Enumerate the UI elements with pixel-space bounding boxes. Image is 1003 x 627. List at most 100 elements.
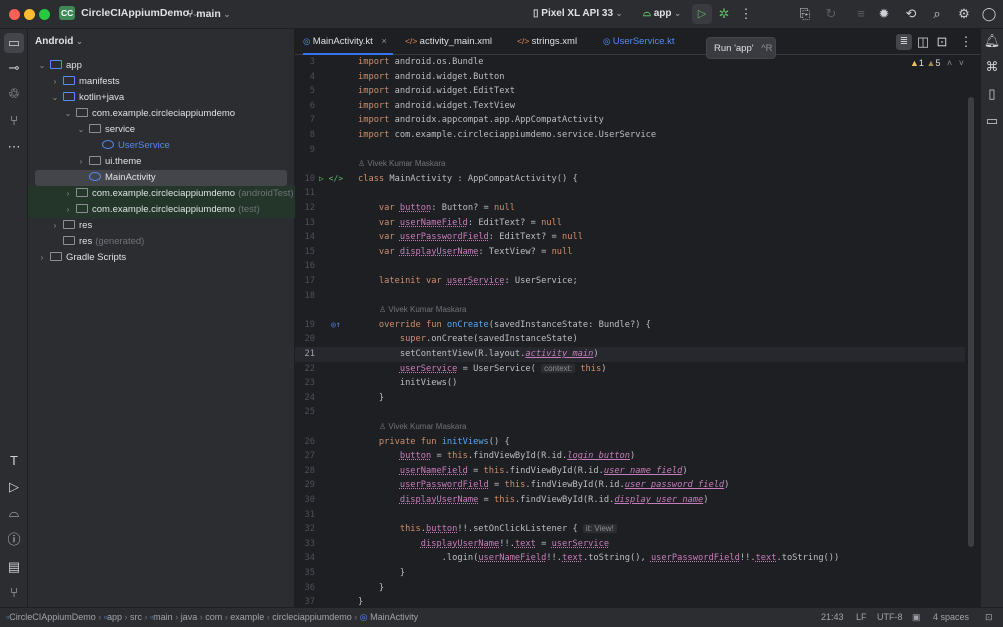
apply-changes-icon[interactable]: ↻ xyxy=(822,6,840,22)
chevron-icon[interactable]: › xyxy=(62,202,74,218)
code-text: import android.widget.EditText xyxy=(358,84,515,99)
gradle-icon[interactable]: ⌘ xyxy=(983,59,1001,75)
breadcrumb-item[interactable]: CircleCIAppiumDemo xyxy=(9,612,96,622)
build-icon[interactable]: T xyxy=(5,453,23,469)
preview-icon[interactable]: ⊡ xyxy=(933,34,951,50)
code-text: setContentView(R.layout.activity_main) xyxy=(358,347,599,362)
memory-icon[interactable]: ▣ xyxy=(912,608,921,627)
search-icon[interactable]: ⌕ xyxy=(928,6,946,22)
breadcrumb-item[interactable]: circleciappiumdemo xyxy=(272,612,352,622)
pull-requests-icon[interactable]: ⑂ xyxy=(5,113,23,129)
code-line: 19◎↑ override fun onCreate(savedInstance… xyxy=(295,318,965,333)
device-manager-icon[interactable]: ▯ xyxy=(983,86,1001,102)
device-selector[interactable]: ▯ Pixel XL API 33 ⌄ xyxy=(533,8,623,19)
more-tools-icon[interactable]: ⋯ xyxy=(5,139,23,155)
lock-icon[interactable]: ⊡ xyxy=(985,608,993,627)
code-line: 18 xyxy=(295,289,965,304)
tab-more-icon[interactable]: ⋮ xyxy=(957,34,975,50)
breadcrumb-item[interactable]: app xyxy=(107,612,122,622)
code-text: displayUserName!!.text = userService xyxy=(358,537,609,552)
close-tab-icon[interactable]: × xyxy=(379,36,387,47)
branch-widget[interactable]: ⑂ main ⌄ xyxy=(187,8,230,20)
notifications-icon[interactable]: 🔔︎ xyxy=(983,33,1001,49)
running-devices-icon[interactable]: ▭ xyxy=(983,113,1001,129)
breadcrumb-item[interactable]: src xyxy=(130,612,142,622)
breadcrumb-item[interactable]: main xyxy=(153,612,173,622)
chevron-icon[interactable]: ⌄ xyxy=(36,58,48,74)
chevron-icon[interactable]: › xyxy=(36,250,48,266)
apply-code-changes-icon[interactable]: ≡ xyxy=(852,6,870,22)
tree-item[interactable]: ⌄com.example.circleciappiumdemo xyxy=(28,106,295,122)
tree-item[interactable]: ›manifests xyxy=(28,74,295,90)
chevron-icon[interactable]: › xyxy=(62,186,74,202)
maximize-window-button[interactable] xyxy=(39,9,50,20)
debug-icon[interactable]: ✲ xyxy=(715,6,733,22)
account-icon[interactable]: ◯ xyxy=(980,6,998,22)
code-token xyxy=(358,334,400,344)
author-hint-text[interactable]: ♙ Vivek Kumar Maskara xyxy=(379,420,467,435)
commit-icon[interactable]: ⊸ xyxy=(5,60,23,76)
tree-item[interactable]: res(generated) xyxy=(28,234,295,250)
chevron-icon[interactable]: › xyxy=(75,154,87,170)
resource-manager-icon[interactable]: ♲ xyxy=(5,86,23,102)
breadcrumb-item[interactable]: com xyxy=(205,612,222,622)
override-gutter-icon[interactable]: ◎↑ xyxy=(331,318,341,333)
caret-position[interactable]: 21:43 xyxy=(821,608,844,627)
split-icon[interactable]: ◫ xyxy=(914,34,932,50)
run-tool-icon[interactable]: ▷ xyxy=(5,479,23,495)
chevron-icon[interactable]: › xyxy=(49,218,61,234)
file-encoding[interactable]: UTF-8 xyxy=(877,608,903,627)
code-token: this xyxy=(447,451,468,461)
project-widget[interactable]: CC CircleCIAppiumDemo ⌄ xyxy=(59,6,198,23)
tree-item[interactable]: ›Gradle Scripts xyxy=(28,250,295,266)
reader-mode-icon[interactable]: ≣ xyxy=(896,34,912,50)
code-line: 3import android.os.Bundle xyxy=(295,55,965,70)
code-token: displayUserName xyxy=(421,539,499,549)
tab-mainactivity-kt[interactable]: ◎ MainActivity.kt × xyxy=(303,29,393,55)
device-manager-icon[interactable]: ⎘ xyxy=(796,6,814,22)
tree-item[interactable]: ›com.example.circleciappiumdemo(test) xyxy=(28,202,295,218)
chevron-icon[interactable]: ⌄ xyxy=(75,122,87,138)
run-config-selector[interactable]: ⌓ app ⌄ xyxy=(643,8,681,19)
close-window-button[interactable] xyxy=(9,9,20,20)
tree-item[interactable]: ›com.example.circleciappiumdemo(androidT… xyxy=(28,186,295,202)
code-token: user_name_field xyxy=(604,466,682,476)
more-icon[interactable]: ⋮ xyxy=(737,6,755,22)
author-hint-text[interactable]: ♙ Vivek Kumar Maskara xyxy=(379,303,467,318)
project-view-selector[interactable]: Android ⌄ xyxy=(35,36,83,47)
breadcrumb-item[interactable]: MainActivity xyxy=(370,612,418,622)
chevron-icon[interactable]: ⌄ xyxy=(62,106,74,122)
tree-item[interactable]: ⌄service xyxy=(28,122,295,138)
attach-debugger-icon[interactable]: ✹ xyxy=(875,6,893,22)
tab-strings-xml[interactable]: </> strings.xml xyxy=(517,29,577,55)
problems-icon[interactable]: ⓘ xyxy=(5,532,23,548)
tree-item[interactable]: ›res xyxy=(28,218,295,234)
chevron-icon[interactable]: ⌄ xyxy=(49,90,61,106)
minimize-window-button[interactable] xyxy=(24,9,35,20)
tree-item[interactable]: UserService xyxy=(28,138,295,154)
run-gutter-icon[interactable]: ▷ </> xyxy=(319,172,343,187)
line-separator[interactable]: LF xyxy=(856,608,867,627)
tree-item[interactable]: ⌄app xyxy=(28,58,295,74)
settings-icon[interactable]: ⚙ xyxy=(955,6,973,22)
tree-item[interactable]: MainActivity xyxy=(35,170,287,186)
vertical-scrollbar[interactable] xyxy=(968,97,974,547)
run-button[interactable]: ▷ xyxy=(692,4,712,24)
sync-gradle-icon[interactable]: ⟲ xyxy=(902,6,920,22)
tree-item-suffix: (generated) xyxy=(95,236,144,247)
tree-item[interactable]: ›ui.theme xyxy=(28,154,295,170)
version-control-icon[interactable]: ⑂ xyxy=(5,585,23,601)
breadcrumb-item[interactable]: java xyxy=(181,612,198,622)
tree-item[interactable]: ⌄kotlin+java xyxy=(28,90,295,106)
app-quality-icon[interactable]: ⌓ xyxy=(5,505,23,521)
terminal-icon[interactable]: ▤ xyxy=(5,559,23,575)
author-hint-text[interactable]: ♙ Vivek Kumar Maskara xyxy=(358,157,446,172)
chevron-icon[interactable]: › xyxy=(49,74,61,90)
tab-userservice-kt[interactable]: ◎ UserService.kt xyxy=(603,29,675,55)
indent-setting[interactable]: 4 spaces xyxy=(933,608,969,627)
project-folder-icon[interactable]: ▭ xyxy=(4,33,24,53)
code-token: lateinit var xyxy=(379,276,442,286)
breadcrumb-item[interactable]: example xyxy=(230,612,264,622)
tab-activity_main-xml[interactable]: </> activity_main.xml xyxy=(405,29,492,55)
code-token: android.widget.EditText xyxy=(389,86,515,96)
